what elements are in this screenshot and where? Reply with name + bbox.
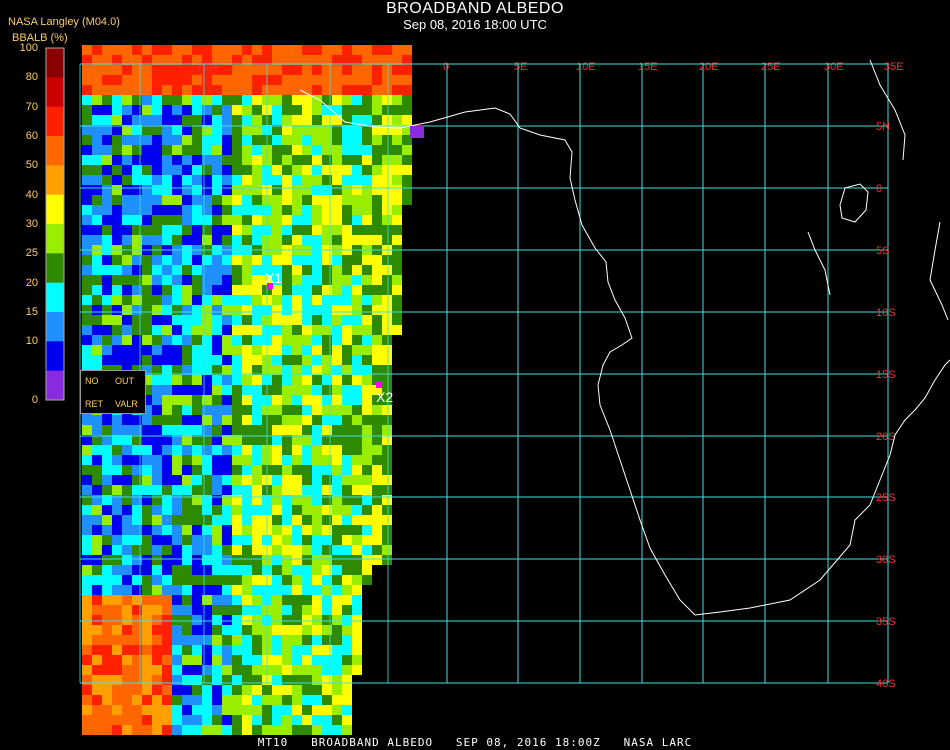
longitude-label: 20E — [699, 61, 719, 73]
colorbar-tick-label: 10 — [25, 335, 38, 348]
colorbar-swatch — [46, 106, 64, 137]
longitude-label: 30E — [824, 61, 844, 73]
colorbar-swatch — [46, 370, 64, 401]
latitude-label: 5S — [876, 245, 889, 257]
no-retrieval-legend: NO OUT RET VALR — [80, 370, 146, 414]
colorbar-tick-label: 60 — [25, 130, 38, 142]
colorbar-swatch — [46, 165, 64, 196]
longitude-label: 20W — [196, 61, 219, 73]
longitude-label: 35E — [884, 61, 904, 73]
latitude-label: 5N — [876, 121, 890, 133]
colorbar-tick-label: 50 — [25, 159, 38, 172]
legend-no: NO — [85, 376, 99, 386]
latitude-label: 15S — [876, 369, 896, 381]
longitude-label: 10E — [576, 61, 596, 73]
colorbar-tick-label: 15 — [25, 306, 38, 318]
longitude-label: 5E — [514, 61, 527, 73]
colorbar-tick-label: 20 — [25, 276, 38, 289]
colorbar-swatch — [46, 136, 64, 166]
longitude-label: 0 — [443, 61, 449, 73]
legend-out: OUT — [115, 376, 134, 386]
legend-ret: RET — [85, 399, 103, 409]
colorbar-tick-label: 40 — [25, 188, 38, 201]
latitude-label: 10S — [876, 307, 896, 319]
colorbar-swatch — [46, 224, 64, 254]
latitude-label: 40S — [876, 678, 896, 690]
page-title: BROADBAND ALBEDO — [386, 0, 564, 17]
latitude-label: 25S — [876, 492, 896, 504]
colorbar-tick-label: 0 — [31, 394, 38, 406]
lat-lon-grid: 20W 0 5E 10E 15E 20E 25E 30E 35E 5N 0 5S 10S 15S 20S 25… — [79, 61, 904, 690]
longitude-label: 25E — [761, 61, 781, 73]
colorbar-tick-label: 80 — [25, 71, 38, 84]
colorbar-swatch — [46, 282, 64, 313]
latitude-label: 35S — [876, 616, 896, 628]
colorbar — [45, 47, 65, 401]
site-marker-label: X2 — [376, 389, 393, 405]
lake-victoria-outline — [839, 183, 869, 223]
producer-label: NASA Langley (M04.0) — [8, 16, 120, 28]
colorbar-tick-label: 100 — [19, 42, 38, 54]
longitude-label: 15E — [638, 61, 658, 73]
colorbar-tick-label: 30 — [25, 218, 38, 230]
colorbar-swatch — [46, 48, 64, 78]
colorbar-tick-label: 70 — [25, 100, 38, 113]
latitude-label: 30S — [876, 554, 896, 566]
colorbar-tick-label: 25 — [25, 247, 38, 260]
site-marker — [376, 382, 382, 388]
colorbar-swatch — [46, 341, 64, 372]
page-subtitle: Sep 08, 2016 18:00 UTC — [403, 17, 547, 32]
legend-valr: VALR — [115, 399, 138, 409]
footer-caption: MT10 BROADBAND ALBEDO SEP 08, 2016 18:00… — [257, 736, 693, 749]
colorbar-swatch — [46, 312, 64, 342]
colorbar-swatch — [46, 253, 64, 284]
colorbar-swatch — [46, 194, 64, 225]
latitude-label: 20S — [876, 431, 896, 443]
latitude-label: 0 — [876, 183, 882, 195]
site-marker-label: X1 — [265, 270, 282, 286]
colorbar-swatch — [46, 77, 64, 108]
